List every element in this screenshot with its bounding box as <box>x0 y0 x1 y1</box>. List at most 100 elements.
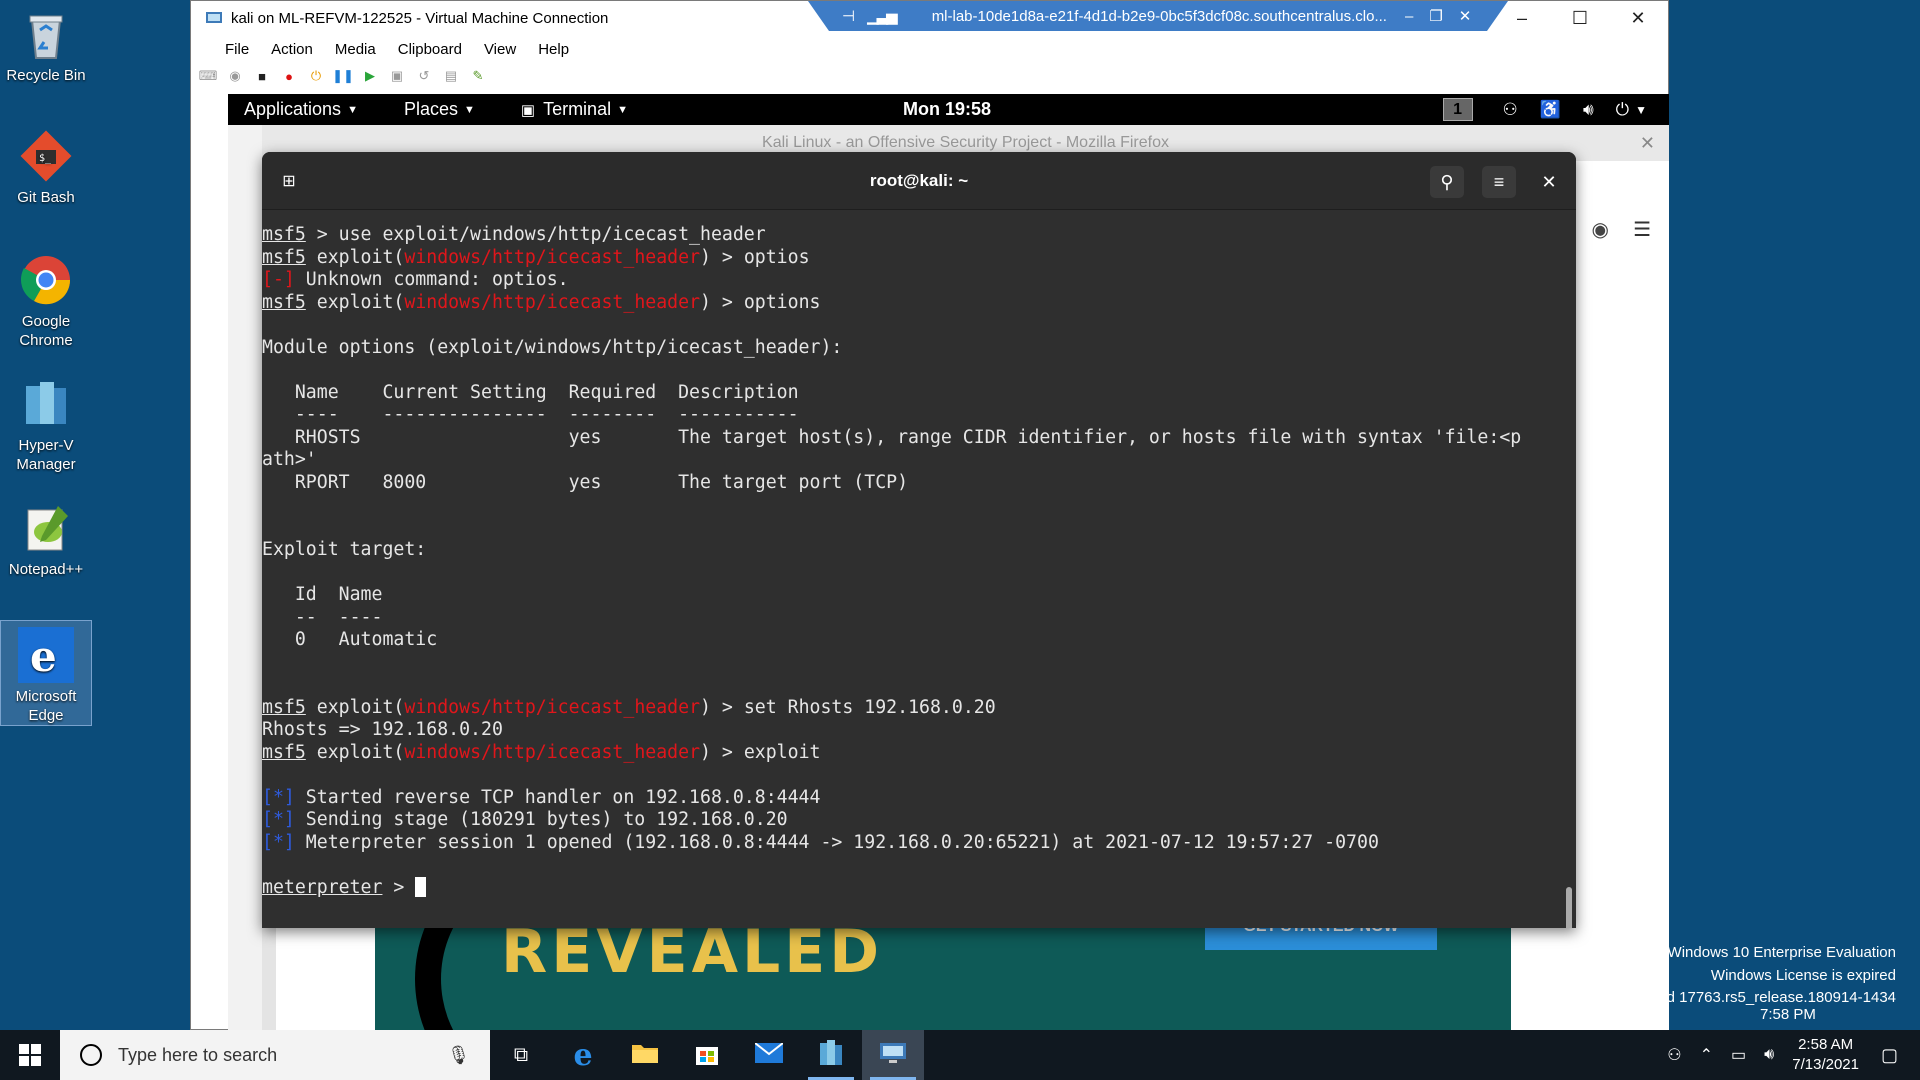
caret-down-icon: ▼ <box>617 103 628 116</box>
menu-help[interactable]: Help <box>538 41 569 58</box>
cortana-icon <box>80 1044 102 1066</box>
start-icon[interactable]: ◉ <box>226 67 244 85</box>
microphone-icon[interactable]: 🎙︎ <box>447 1045 470 1066</box>
checkpoint-icon[interactable]: ▣ <box>388 67 406 85</box>
rdp-restore-icon[interactable]: ❐ <box>1429 7 1442 25</box>
git-bash-icon: $_ <box>18 128 74 184</box>
menu-media[interactable]: Media <box>335 41 376 58</box>
maximize-icon[interactable]: ☐ <box>1551 1 1609 35</box>
desktop-icon-recycle-bin[interactable]: Recycle Bin <box>0 0 92 85</box>
hamburger-menu-icon[interactable]: ☰ <box>1633 217 1651 242</box>
rdp-minimize-icon[interactable]: – <box>1405 8 1413 25</box>
taskbar-mail[interactable] <box>738 1030 800 1080</box>
caret-down-icon[interactable]: ▼ <box>1635 103 1647 117</box>
terminal-output[interactable]: msf5 > use exploit/windows/http/icecast_… <box>262 210 1562 928</box>
task-view-button[interactable]: ⧉ <box>490 1030 552 1080</box>
vm-window-title: kali on ML-REFVM-122525 - Virtual Machin… <box>231 9 609 27</box>
terminal-label: Terminal <box>543 99 612 119</box>
turn-off-icon[interactable]: ■ <box>253 67 271 85</box>
firefox-close-icon[interactable]: ✕ <box>1640 133 1655 154</box>
terminal-text: ---- --------------- -------- ----------… <box>262 404 799 425</box>
volume-icon[interactable]: 🔊︎ <box>1764 1046 1774 1064</box>
terminal-text: msf5 <box>262 224 306 245</box>
terminal-text: -- ---- <box>262 606 383 628</box>
notepadpp-icon <box>18 500 74 556</box>
accessibility-icon[interactable]: ♿ <box>1540 100 1561 120</box>
desktop-icon-hyperv[interactable]: Hyper-V Manager <box>0 370 92 474</box>
vm-host-clock: 7:58 PM <box>1760 1006 1816 1023</box>
revert-icon[interactable]: ↺ <box>415 67 433 85</box>
terminal-text: windows/http/icecast_header <box>404 291 701 313</box>
terminal-text: msf5 <box>262 246 306 268</box>
terminal-text: ) > exploit <box>700 741 821 763</box>
edge-icon: e <box>18 627 74 683</box>
enhanced-session-icon[interactable]: ▤ <box>442 67 460 85</box>
shut-down-icon[interactable]: ● <box>280 67 298 85</box>
pin-icon[interactable]: ⊣ <box>842 7 855 25</box>
desktop-icon-label: Notepad++ <box>8 561 84 578</box>
terminal-text: ath>' <box>262 449 317 470</box>
share-icon[interactable]: ✎ <box>469 67 487 85</box>
workspace-indicator[interactable]: 1 <box>1442 98 1473 121</box>
terminal-line: msf5 > use exploit/windows/http/icecast_… <box>262 224 1562 247</box>
terminal-line: ath>' <box>262 449 1562 472</box>
taskbar-search[interactable]: Type here to search 🎙︎ <box>60 1030 490 1080</box>
places-label: Places <box>403 99 458 119</box>
terminal-text: exploit( <box>305 246 405 268</box>
terminal-headerbar[interactable]: ⊞ root@kali: ~ ⚲ ≡ ✕ <box>262 152 1576 210</box>
vm-titlebar[interactable]: kali on ML-REFVM-122525 - Virtual Machin… <box>191 1 1668 35</box>
rdp-close-icon[interactable]: ✕ <box>1459 7 1472 25</box>
desktop-icon-git-bash[interactable]: $_ Git Bash <box>0 122 92 207</box>
account-icon[interactable]: ◉ <box>1592 217 1609 242</box>
gnome-clock[interactable]: Mon 19:58 <box>903 94 991 125</box>
desktop-icon-chrome[interactable]: Google Chrome <box>0 246 92 350</box>
taskbar-vm-connection[interactable] <box>862 1030 924 1080</box>
terminal-text: Unknown command: optios. <box>294 269 569 290</box>
chevron-up-icon[interactable]: ⌃ <box>1700 1045 1713 1065</box>
menu-view[interactable]: View <box>484 41 516 58</box>
terminal-line: Name Current Setting Required Descriptio… <box>262 382 1562 405</box>
taskbar-clock[interactable]: 2:58 AM 7/13/2021 <box>1792 1035 1859 1075</box>
terminal-text: windows/http/icecast_header <box>404 246 701 268</box>
start-button[interactable] <box>0 1030 60 1080</box>
close-icon[interactable]: ✕ <box>1609 1 1667 35</box>
resume-icon[interactable]: ▶ <box>361 67 379 85</box>
svg-text:$_: $_ <box>39 153 52 164</box>
taskbar-edge[interactable]: e <box>552 1030 614 1080</box>
windows-watermark: Windows 10 Enterprise Evaluation Windows… <box>1660 942 1896 1010</box>
network-icon[interactable]: ▭ <box>1731 1045 1746 1065</box>
ctrl-alt-del-icon[interactable]: ⌨ <box>199 67 218 85</box>
hamburger-menu-icon[interactable]: ≡ <box>1482 166 1516 198</box>
caret-down-icon: ▼ <box>347 103 358 116</box>
terminal-menu[interactable]: ▣ Terminal ▼ <box>521 99 628 120</box>
pause-icon[interactable]: ❚❚ <box>332 67 354 85</box>
terminal-line: meterpreter > <box>262 876 1562 900</box>
desktop-icon-edge[interactable]: e Microsoft Edge <box>0 620 92 726</box>
watermark-line: Windows 10 Enterprise Evaluation <box>1667 944 1896 961</box>
save-state-icon[interactable]: ⏻ <box>307 67 325 85</box>
search-icon[interactable]: ⚲ <box>1430 166 1464 198</box>
rdp-connection-bar[interactable]: ⊣ ▁▃▅ ml-lab-10de1d8a-e21f-4d1d-b2e9-0bc… <box>808 1 1508 31</box>
terminal-scrollbar[interactable] <box>1566 887 1572 928</box>
close-icon[interactable]: ✕ <box>1532 166 1566 198</box>
applications-menu[interactable]: Applications ▼ <box>244 99 358 120</box>
action-center-icon[interactable]: ▢ <box>1881 1045 1898 1066</box>
power-icon[interactable]: ⏻ <box>1616 100 1629 120</box>
terminal-text: meterpreter <box>262 876 383 898</box>
volume-icon[interactable]: 🔊︎ <box>1583 100 1594 120</box>
taskbar-file-explorer[interactable] <box>614 1030 676 1080</box>
taskbar-hyperv-manager[interactable] <box>800 1030 862 1080</box>
places-menu[interactable]: Places ▼ <box>404 99 475 120</box>
menu-file[interactable]: File <box>225 41 249 58</box>
users-icon[interactable]: ⚇ <box>1503 100 1518 120</box>
terminal-text: exploit( <box>305 741 405 763</box>
terminal-text: [*] <box>262 786 295 808</box>
minimize-icon[interactable]: – <box>1493 1 1551 35</box>
menu-clipboard[interactable]: Clipboard <box>398 41 462 58</box>
taskbar-store[interactable] <box>676 1030 738 1080</box>
menu-action[interactable]: Action <box>271 41 313 58</box>
terminal-text: Name Current Setting Required Descriptio… <box>262 381 799 403</box>
desktop-icon-notepadpp[interactable]: Notepad++ <box>0 494 92 579</box>
store-icon <box>694 1040 720 1071</box>
people-icon[interactable]: ⚇ <box>1667 1045 1681 1065</box>
